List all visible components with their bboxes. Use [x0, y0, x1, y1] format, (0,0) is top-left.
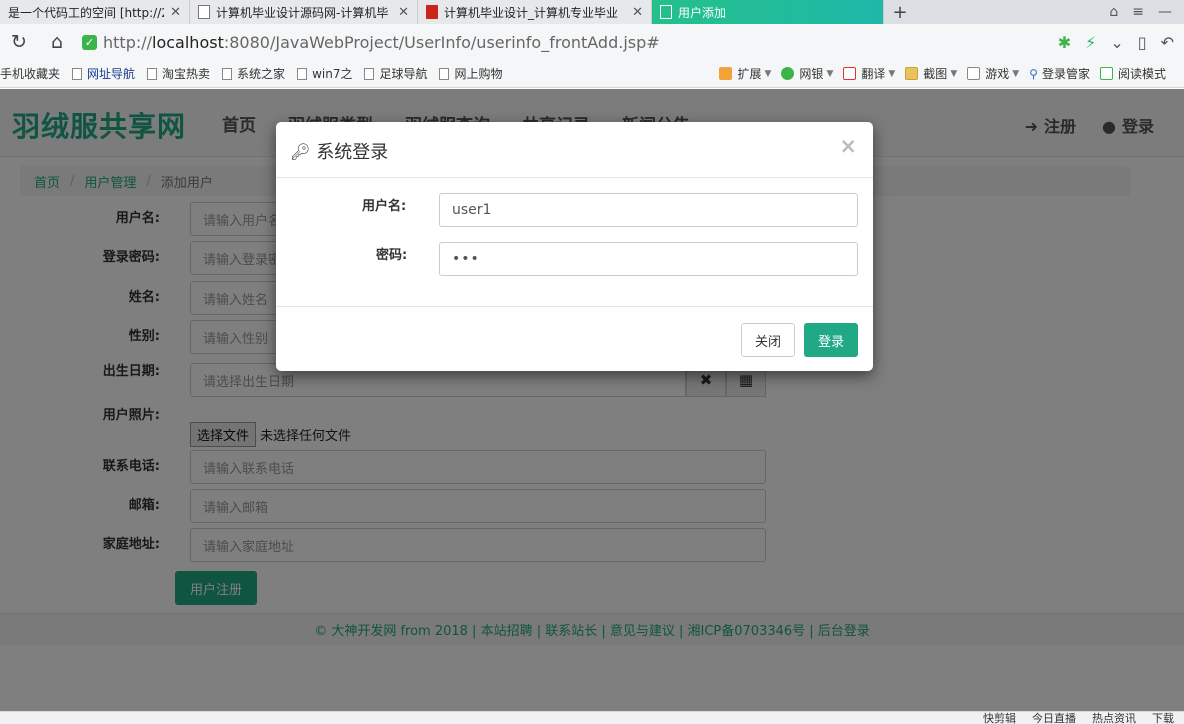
bookmark-item[interactable]: 网址导航: [72, 65, 135, 82]
dialog-username-input[interactable]: user1: [439, 193, 858, 227]
dialog-username-label: 用户名:: [362, 199, 407, 214]
mobile-icon[interactable]: ▯: [1138, 33, 1147, 52]
browser-tab-bar: 是一个代码工的空间 [http://2 ✕ 计算机毕业设计源码网-计算机毕 ✕ …: [0, 0, 1184, 24]
status-item[interactable]: 下载: [1152, 712, 1174, 724]
address-bar: ↻ ⌂ ✓ http://localhost:8080/JavaWebProje…: [0, 24, 1184, 60]
page-icon: [439, 67, 450, 80]
tab-close-icon[interactable]: ✕: [170, 5, 181, 20]
tab-label: 是一个代码工的空间 [http://2: [8, 5, 165, 20]
page-icon: [297, 67, 308, 80]
dialog-header: 🔑︎ 系统登录 ×: [276, 122, 873, 178]
close-icon[interactable]: ×: [839, 134, 857, 158]
games-menu[interactable]: 游戏 ▼: [967, 65, 1019, 82]
dialog-password-label: 密码:: [376, 248, 408, 263]
url-scheme: http://: [103, 32, 153, 52]
shield-icon: ✓: [82, 34, 97, 50]
bank-icon: [781, 67, 795, 80]
gamepad-icon: [967, 67, 981, 80]
url-path: :8080/JavaWebProject/UserInfo/userinfo_f…: [223, 32, 660, 52]
login-dialog: 🔑︎ 系统登录 × 用户名: user1 密码: ••• 关闭 登录: [276, 122, 873, 371]
bookmark-item[interactable]: 淘宝热卖: [147, 65, 210, 82]
minimize-icon[interactable]: —: [1158, 4, 1172, 20]
tab-close-icon[interactable]: ✕: [398, 5, 409, 20]
reading-mode[interactable]: 阅读模式: [1099, 65, 1166, 82]
extensions-menu[interactable]: 扩展 ▼: [719, 65, 771, 82]
browser-tab-active[interactable]: 用户添加: [652, 0, 884, 24]
search-icon: ⚲: [1029, 66, 1038, 81]
page-icon: [72, 67, 83, 80]
book-icon: [1099, 67, 1113, 80]
key-icon: 🔑︎: [290, 141, 311, 161]
bookmark-item[interactable]: 系统之家: [222, 65, 285, 82]
bank-menu[interactable]: 网银 ▼: [781, 65, 833, 82]
url-input[interactable]: ✓ http://localhost:8080/JavaWebProject/U…: [82, 28, 1052, 56]
shirt-icon[interactable]: ⌂: [1109, 4, 1118, 20]
bookmarks-bar: 手机收藏夹 网址导航 淘宝热卖 系统之家 win7之 足球导航 网上购物 扩展 ▼…: [0, 60, 1184, 88]
bookmark-item[interactable]: win7之: [297, 65, 352, 82]
translate-menu[interactable]: 翻译 ▼: [843, 65, 895, 82]
bookmark-item[interactable]: 网上购物: [439, 65, 502, 82]
dialog-close-button[interactable]: 关闭: [741, 323, 795, 357]
tab-label: 计算机毕业设计_计算机专业毕业: [444, 5, 619, 20]
dialog-title: 系统登录: [316, 142, 389, 163]
login-manager[interactable]: ⚲ 登录管家: [1029, 65, 1090, 82]
page-icon: [198, 5, 210, 19]
scissors-icon: [905, 67, 919, 80]
dialog-footer: 关闭 登录: [276, 306, 873, 371]
reload-icon[interactable]: ↻: [0, 31, 38, 53]
browser-status-bar: 快剪辑 今日直播 热点资讯 下载: [0, 711, 1184, 724]
tab-label: 用户添加: [678, 5, 727, 20]
page-icon: [147, 67, 158, 80]
page-icon: [364, 67, 375, 80]
dialog-password-input[interactable]: •••: [439, 242, 858, 276]
status-item[interactable]: 热点资讯: [1092, 712, 1136, 724]
bookmark-item[interactable]: 足球导航: [364, 65, 427, 82]
browser-tab-3[interactable]: 计算机毕业设计_计算机专业毕业 ✕: [418, 0, 652, 24]
chevron-down-icon[interactable]: ⌄: [1110, 33, 1123, 52]
status-item[interactable]: 快剪辑: [983, 712, 1016, 724]
page-icon: [222, 67, 233, 80]
new-tab-button[interactable]: +: [884, 0, 916, 24]
grid-icon: [719, 67, 733, 80]
site-favicon-icon: [426, 5, 438, 19]
undo-icon[interactable]: ↶: [1161, 33, 1174, 52]
translate-icon: [843, 67, 857, 80]
page-icon: [660, 5, 672, 19]
url-host: localhost: [152, 32, 224, 52]
screenshot-menu[interactable]: 截图 ▼: [905, 65, 957, 82]
bookmark-item[interactable]: 手机收藏夹: [0, 65, 60, 82]
tab-label: 计算机毕业设计源码网-计算机毕: [216, 5, 389, 20]
home-icon[interactable]: ⌂: [38, 31, 76, 53]
lightning-icon[interactable]: ⚡: [1085, 33, 1096, 52]
browser-tab-2[interactable]: 计算机毕业设计源码网-计算机毕 ✕: [190, 0, 418, 24]
dialog-login-button[interactable]: 登录: [804, 323, 858, 357]
menu-icon[interactable]: ≡: [1132, 4, 1144, 20]
extension-icon[interactable]: ✱: [1058, 33, 1071, 52]
browser-tab-1[interactable]: 是一个代码工的空间 [http://2 ✕: [0, 0, 190, 24]
status-item[interactable]: 今日直播: [1032, 712, 1076, 724]
tab-close-icon[interactable]: ✕: [632, 5, 643, 20]
